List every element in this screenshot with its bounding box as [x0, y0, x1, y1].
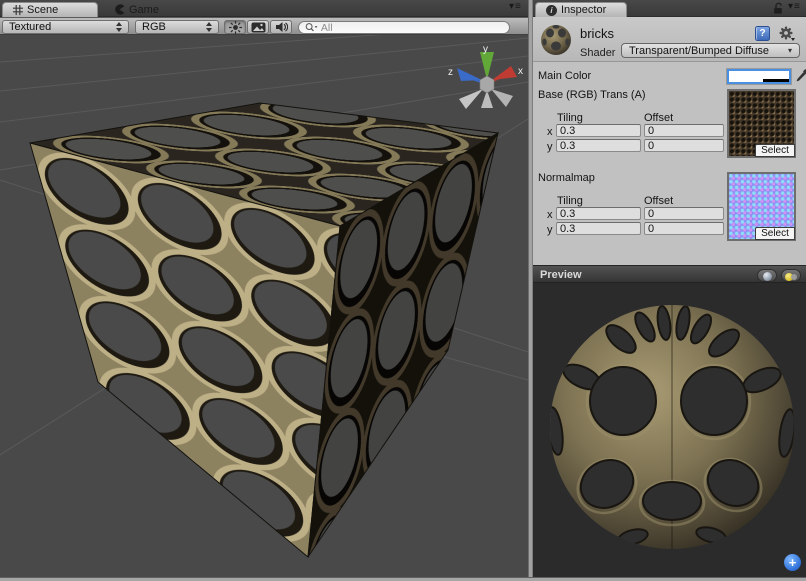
light-off-icon	[791, 274, 797, 280]
tiling-header: Tiling	[557, 112, 583, 124]
game-icon	[114, 4, 125, 15]
normal-section-title: Normalmap	[538, 172, 595, 184]
preview-header[interactable]: Preview	[533, 265, 806, 283]
lighting-toggle-button[interactable]	[224, 20, 246, 34]
base-tiling-x-input[interactable]	[556, 124, 641, 137]
settings-button[interactable]	[778, 26, 796, 42]
inspector-panel-menu-icon[interactable]: ▾≡	[788, 1, 801, 12]
effects-toggle-button[interactable]	[247, 20, 269, 34]
help-icon: ?	[759, 28, 765, 39]
normal-select-button[interactable]: Select	[755, 227, 795, 240]
preview-title: Preview	[540, 269, 582, 281]
offset-header: Offset	[644, 195, 673, 207]
inspector-panel: i Inspector ▾≡	[533, 0, 806, 577]
preview-light-button[interactable]	[781, 269, 801, 282]
inspector-tabbar: i Inspector ▾≡	[533, 0, 806, 17]
stepper-icon	[206, 22, 212, 32]
tiling-header: Tiling	[557, 195, 583, 207]
tab-scene-label: Scene	[27, 4, 58, 16]
normal-y-label: y	[547, 224, 553, 236]
info-icon: i	[546, 5, 557, 16]
preview-mesh-button[interactable]	[757, 269, 777, 282]
base-offset-y-input[interactable]	[644, 139, 724, 152]
lock-open-icon[interactable]	[773, 2, 784, 15]
scene-cube[interactable]	[30, 103, 498, 557]
unity-editor-window: Scene Game ▾≡ Textured RGB	[0, 0, 806, 581]
orientation-gizmo[interactable]: y x z	[448, 44, 523, 109]
window-bottom-edge	[0, 577, 806, 581]
scene-viewport[interactable]: y x z	[0, 35, 528, 577]
scene-panel-menu-icon[interactable]: ▾≡	[509, 1, 522, 12]
scene-toolbar: Textured RGB	[0, 17, 528, 35]
eyedropper-icon[interactable]	[795, 68, 806, 84]
shader-label: Shader	[580, 47, 615, 59]
chevron-down-icon: ▾	[788, 46, 792, 55]
render-mode-dropdown[interactable]: Textured	[2, 20, 129, 34]
gizmo-center-cube[interactable]	[480, 76, 494, 93]
stepper-icon	[116, 22, 122, 32]
base-offset-x-input[interactable]	[644, 124, 724, 137]
scene-grid-icon	[13, 5, 23, 15]
scene-tabbar: Scene Game ▾≡	[0, 0, 528, 17]
base-x-label: x	[547, 126, 553, 138]
scene-panel: Scene Game ▾≡ Textured RGB	[0, 0, 528, 577]
speaker-icon	[275, 21, 288, 33]
offset-header: Offset	[644, 112, 673, 124]
sun-icon	[229, 21, 242, 34]
sphere-icon	[763, 272, 772, 281]
normalmap-texture-thumbnail[interactable]: Select	[727, 172, 796, 241]
gizmo-z-label: z	[448, 67, 453, 78]
color-channel-value: RGB	[142, 21, 200, 33]
shader-dropdown[interactable]: Transparent/Bumped Diffuse ▾	[621, 43, 800, 58]
help-button[interactable]: ?	[755, 26, 770, 41]
normal-x-label: x	[547, 209, 553, 221]
material-properties: Main Color Base (RGB) Trans (A) Select T…	[533, 62, 806, 265]
normal-offset-y-input[interactable]	[644, 222, 724, 235]
main-color-label: Main Color	[538, 70, 591, 82]
search-icon	[305, 22, 318, 33]
add-button[interactable]: +	[784, 554, 801, 571]
gizmo-y-label: y	[483, 44, 488, 55]
gizmo-neg-axis[interactable]	[491, 89, 513, 107]
base-texture-thumbnail[interactable]: Select	[727, 89, 796, 158]
scene-canvas: y x z	[0, 35, 528, 577]
tab-game-label: Game	[129, 4, 159, 16]
gizmo-x-axis[interactable]	[492, 66, 517, 80]
base-tiling-y-input[interactable]	[556, 139, 641, 152]
gizmo-z-axis[interactable]	[457, 68, 482, 81]
base-y-label: y	[547, 141, 553, 153]
material-preview-area[interactable]: +	[533, 283, 806, 577]
shader-value: Transparent/Bumped Diffuse	[629, 45, 788, 57]
base-section-title: Base (RGB) Trans (A)	[538, 89, 646, 101]
audio-toggle-button[interactable]	[270, 20, 292, 34]
main-color-swatch[interactable]	[727, 69, 791, 84]
scene-search-field[interactable]	[298, 21, 510, 34]
render-mode-value: Textured	[9, 21, 110, 33]
tab-inspector[interactable]: i Inspector	[535, 2, 627, 17]
tab-game[interactable]: Game	[104, 2, 174, 17]
material-header: bricks Shader Transparent/Bumped Diffuse…	[533, 17, 806, 62]
tab-scene[interactable]: Scene	[2, 2, 98, 17]
alpha-bar	[763, 79, 789, 82]
color-channel-dropdown[interactable]: RGB	[135, 20, 219, 34]
normal-tiling-y-input[interactable]	[556, 222, 641, 235]
gear-icon	[778, 26, 796, 42]
normal-tiling-x-input[interactable]	[556, 207, 641, 220]
material-name: bricks	[580, 26, 614, 41]
image-icon	[251, 22, 266, 33]
tab-inspector-label: Inspector	[561, 4, 606, 16]
material-preview-thumbnail	[539, 23, 573, 57]
scene-search-input[interactable]	[321, 22, 503, 34]
preview-sphere	[533, 283, 806, 577]
gizmo-x-label: x	[518, 66, 523, 77]
normal-offset-x-input[interactable]	[644, 207, 724, 220]
base-select-button[interactable]: Select	[755, 144, 795, 157]
